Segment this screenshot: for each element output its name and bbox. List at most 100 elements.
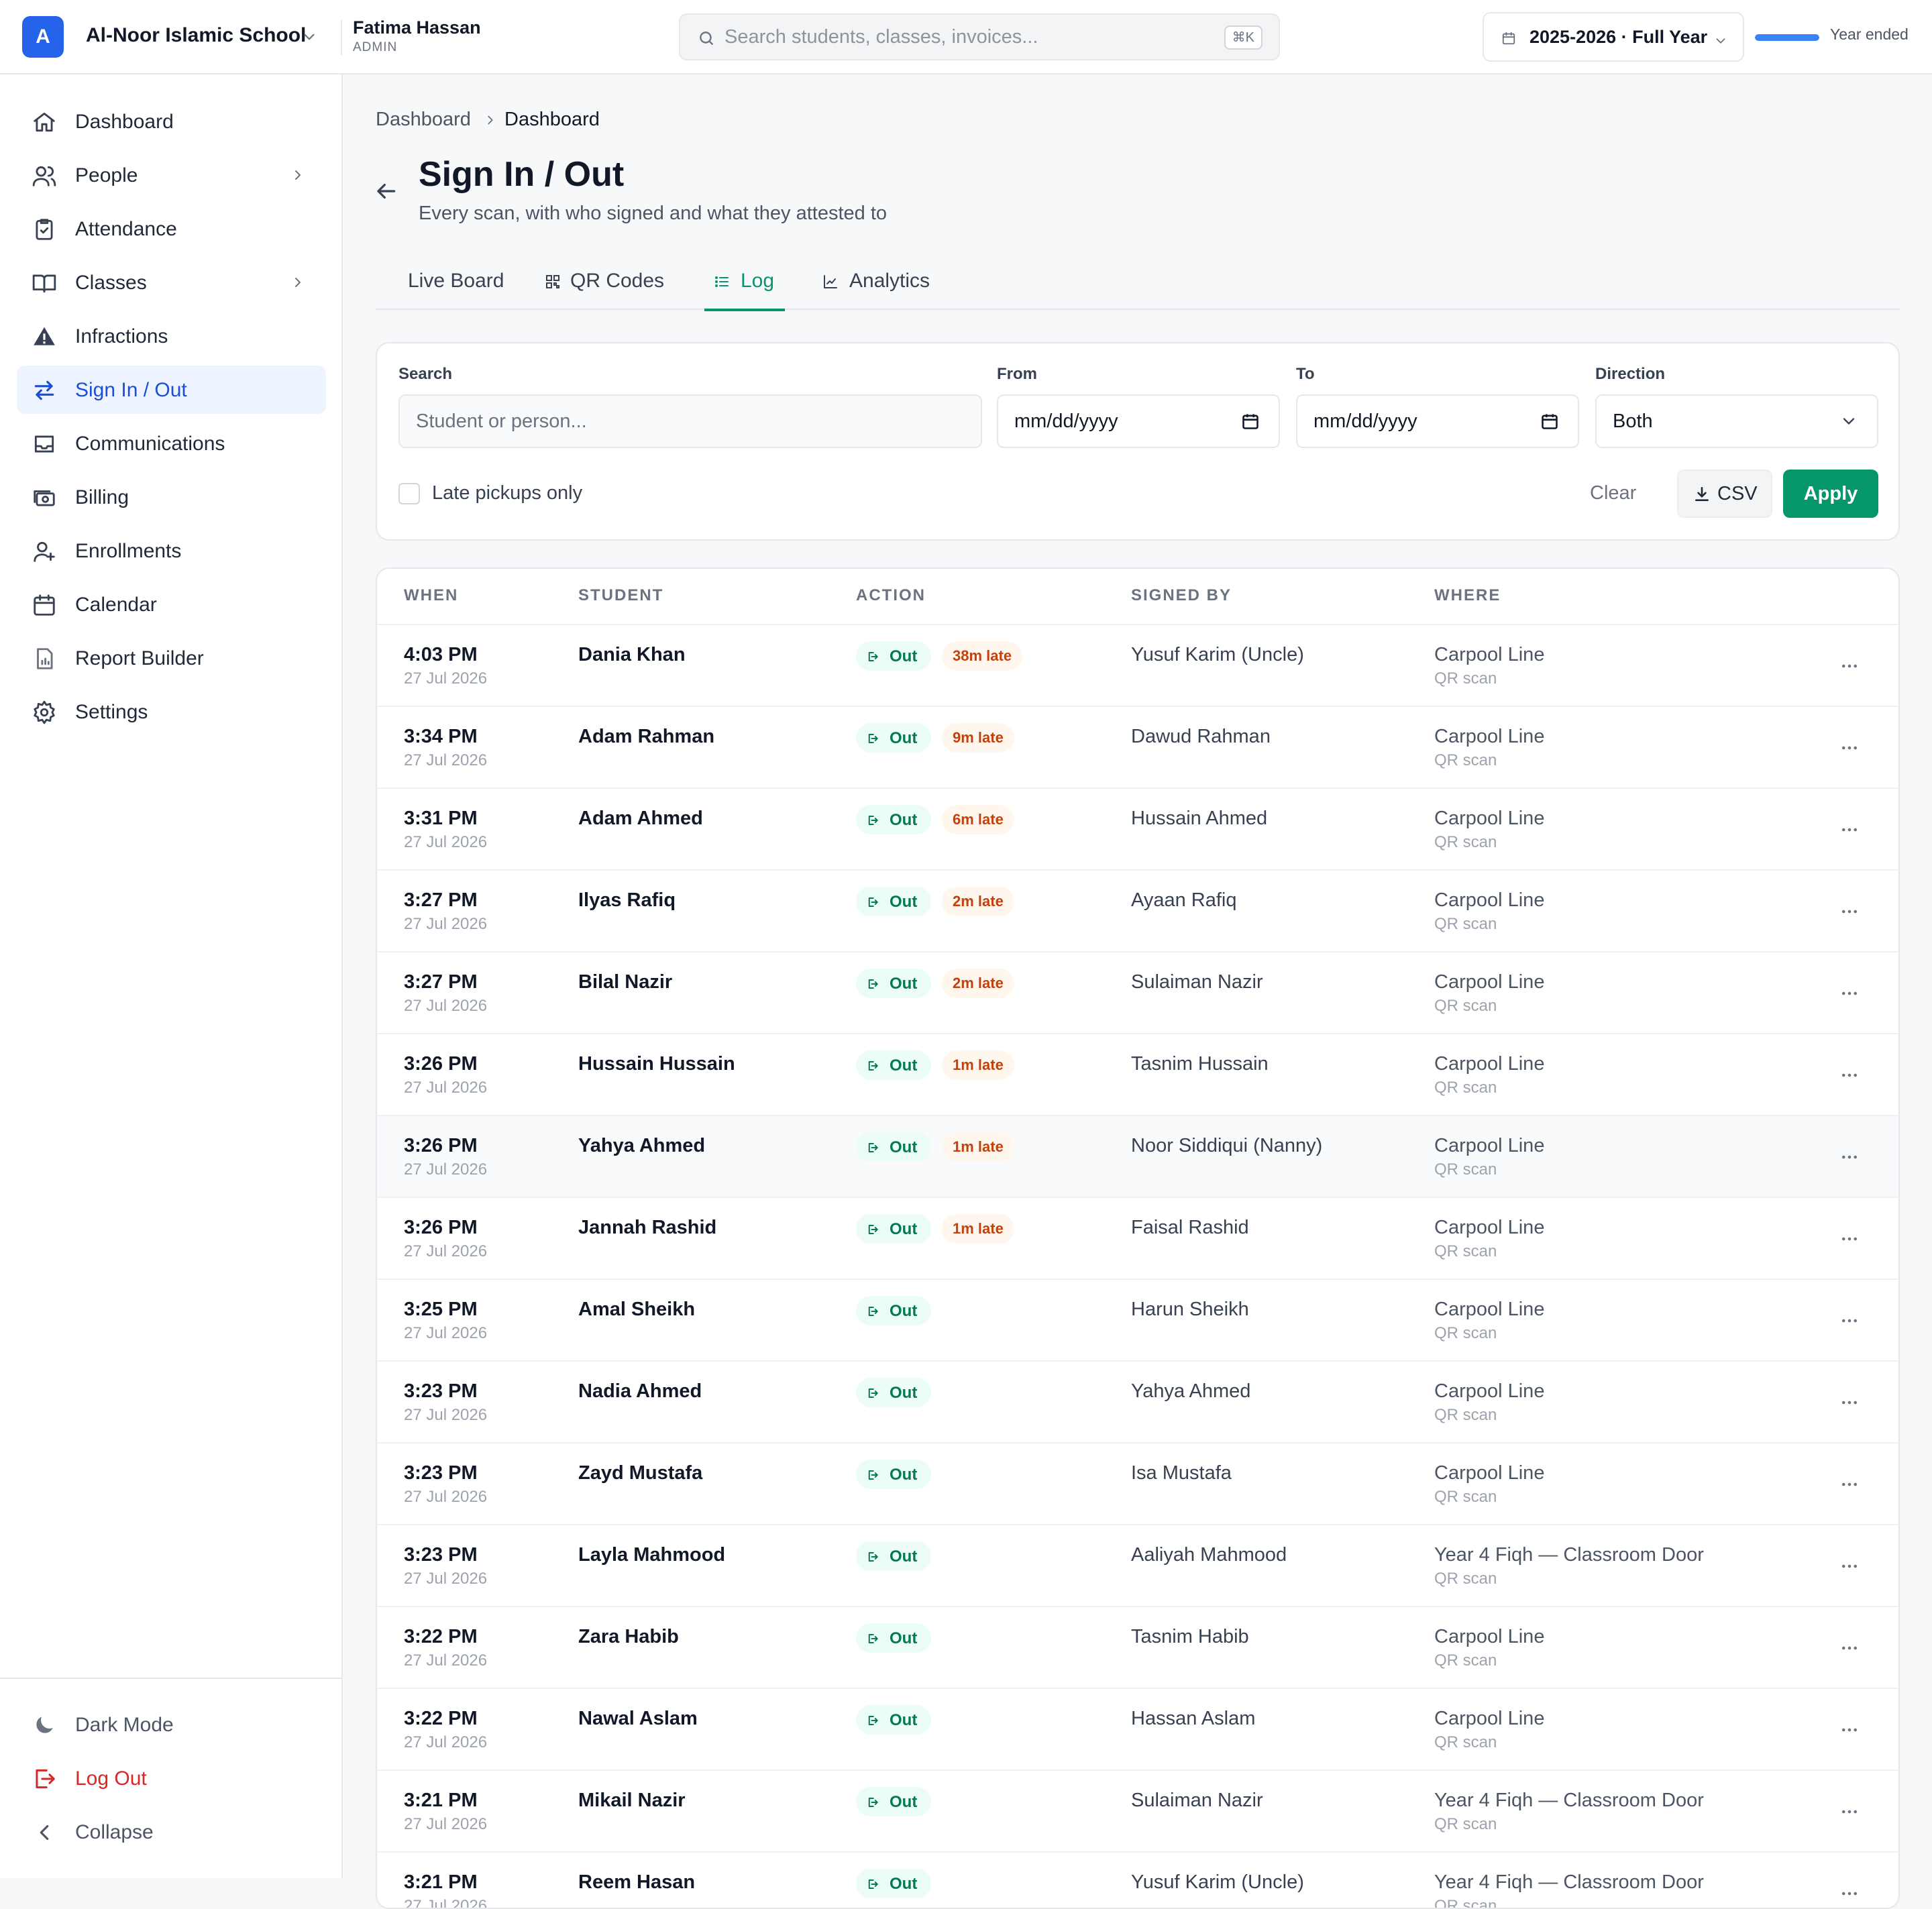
row-date: 27 Jul 2026 bbox=[404, 1733, 488, 1751]
more-options-icon[interactable] bbox=[1839, 1229, 1860, 1249]
more-options-icon[interactable] bbox=[1839, 1147, 1860, 1167]
more-options-icon[interactable] bbox=[1839, 820, 1860, 840]
global-search[interactable]: ⌘K bbox=[679, 13, 1280, 60]
more-options-icon[interactable] bbox=[1839, 902, 1860, 922]
sidebar-item-infractions[interactable]: Infractions bbox=[17, 312, 326, 360]
table-row[interactable]: 3:31 PM 27 Jul 2026 Adam Ahmed Out 6m late Hu… bbox=[377, 789, 1898, 871]
table-row[interactable]: 3:22 PM 27 Jul 2026 Zara Habib Out Tasnim Ha… bbox=[377, 1607, 1898, 1689]
sidebar-item-report-builder[interactable]: Report Builder bbox=[17, 634, 326, 682]
direction-select[interactable]: Both bbox=[1595, 394, 1878, 448]
sidebar-item-classes[interactable]: Classes bbox=[17, 258, 326, 307]
apply-button[interactable]: Apply bbox=[1783, 470, 1878, 518]
sidebar-item-attendance[interactable]: Attendance bbox=[17, 205, 326, 253]
school-year-select[interactable]: 2025-2026 · Full Year bbox=[1483, 12, 1744, 62]
row-student[interactable]: Amal Sheikh bbox=[578, 1299, 695, 1321]
sidebar-item-calendar[interactable]: Calendar bbox=[17, 580, 326, 629]
sidebar-item-billing[interactable]: Billing bbox=[17, 473, 326, 521]
sign-out-icon bbox=[868, 652, 878, 661]
more-options-icon[interactable] bbox=[1839, 738, 1860, 758]
org-avatar[interactable]: A bbox=[22, 16, 64, 58]
from-date-field[interactable]: mm/dd/yyyy bbox=[997, 394, 1280, 448]
row-student[interactable]: Reem Hasan bbox=[578, 1871, 695, 1894]
row-student[interactable]: Mikail Nazir bbox=[578, 1790, 686, 1812]
more-options-icon[interactable] bbox=[1839, 1474, 1860, 1494]
row-student[interactable]: Zayd Mustafa bbox=[578, 1462, 702, 1484]
to-date-field[interactable]: mm/dd/yyyy bbox=[1296, 394, 1579, 448]
row-student[interactable]: Jannah Rashid bbox=[578, 1217, 716, 1239]
row-signed-by: Hassan Aslam bbox=[1131, 1708, 1256, 1729]
row-student[interactable]: Dania Khan bbox=[578, 644, 686, 666]
row-student[interactable]: Layla Mahmood bbox=[578, 1544, 725, 1566]
tab-qr-codes[interactable]: QR Codes bbox=[543, 255, 678, 310]
csv-export-button[interactable]: CSV bbox=[1677, 470, 1772, 518]
action-label: Out bbox=[890, 1220, 918, 1238]
table-row[interactable]: 3:27 PM 27 Jul 2026 Bilal Nazir Out 2m late S… bbox=[377, 952, 1898, 1034]
more-options-icon[interactable] bbox=[1839, 1884, 1860, 1904]
tab-live-board[interactable]: Live Board bbox=[376, 255, 504, 310]
row-student[interactable]: Bilal Nazir bbox=[578, 971, 672, 993]
sidebar-item-settings[interactable]: Settings bbox=[17, 688, 326, 736]
table-row[interactable]: 3:26 PM 27 Jul 2026 Yahya Ahmed Out 1m late N… bbox=[377, 1116, 1898, 1198]
row-student[interactable]: Zara Habib bbox=[578, 1626, 679, 1648]
more-options-icon[interactable] bbox=[1839, 1065, 1860, 1085]
table-row[interactable]: 3:23 PM 27 Jul 2026 Zayd Mustafa Out Isa Mus… bbox=[377, 1443, 1898, 1525]
calendar-icon[interactable] bbox=[1540, 412, 1559, 431]
back-arrow-icon[interactable] bbox=[373, 178, 398, 204]
more-options-icon[interactable] bbox=[1839, 1720, 1860, 1740]
row-date: 27 Jul 2026 bbox=[404, 1488, 488, 1506]
more-options-icon[interactable] bbox=[1839, 983, 1860, 1003]
direction-value: Both bbox=[1613, 411, 1653, 432]
row-student[interactable]: Nawal Aslam bbox=[578, 1708, 698, 1730]
collapse-sidebar-button[interactable]: Collapse bbox=[17, 1808, 326, 1856]
table-row[interactable]: 3:26 PM 27 Jul 2026 Hussain Hussain Out 1m l… bbox=[377, 1034, 1898, 1116]
csv-label: CSV bbox=[1717, 483, 1758, 504]
table-row[interactable]: 3:27 PM 27 Jul 2026 Ilyas Rafiq Out 2m late A… bbox=[377, 871, 1898, 952]
more-options-icon[interactable] bbox=[1839, 1638, 1860, 1658]
org-name[interactable]: Al-Noor Islamic School bbox=[86, 24, 306, 47]
table-row[interactable]: 3:21 PM 27 Jul 2026 Reem Hasan Out Yusuf Kar… bbox=[377, 1853, 1898, 1908]
table-row[interactable]: 3:34 PM 27 Jul 2026 Adam Rahman Out 9m late D… bbox=[377, 707, 1898, 789]
search-icon bbox=[700, 32, 713, 45]
breadcrumb-parent[interactable]: Dashboard bbox=[376, 109, 471, 131]
table-row[interactable]: 3:25 PM 27 Jul 2026 Amal Sheikh Out Harun Sh… bbox=[377, 1280, 1898, 1362]
row-signed-by: Faisal Rashid bbox=[1131, 1217, 1249, 1238]
row-student[interactable]: Ilyas Rafiq bbox=[578, 889, 676, 912]
log-out-button[interactable]: Log Out bbox=[17, 1754, 326, 1802]
student-search-field[interactable] bbox=[398, 394, 982, 448]
sidebar-divider bbox=[0, 1678, 341, 1679]
table-row[interactable]: 3:22 PM 27 Jul 2026 Nawal Aslam Out Hassan A… bbox=[377, 1689, 1898, 1771]
sidebar-item-dashboard[interactable]: Dashboard bbox=[17, 97, 326, 146]
calendar-icon[interactable] bbox=[1241, 412, 1260, 431]
late-pickups-label[interactable]: Late pickups only bbox=[432, 482, 582, 504]
row-method: QR scan bbox=[1434, 1079, 1497, 1097]
more-options-icon[interactable] bbox=[1839, 1311, 1860, 1331]
table-row[interactable]: 3:26 PM 27 Jul 2026 Jannah Rashid Out 1m lat… bbox=[377, 1198, 1898, 1280]
more-options-icon[interactable] bbox=[1839, 1393, 1860, 1413]
more-options-icon[interactable] bbox=[1839, 1802, 1860, 1822]
sidebar-item-enrollments[interactable]: Enrollments bbox=[17, 527, 326, 575]
row-student[interactable]: Yahya Ahmed bbox=[578, 1135, 705, 1157]
table-row[interactable]: 3:23 PM 27 Jul 2026 Layla Mahmood Out Aaliya… bbox=[377, 1525, 1898, 1607]
sidebar-item-people[interactable]: People bbox=[17, 151, 326, 199]
row-student[interactable]: Adam Rahman bbox=[578, 726, 714, 748]
student-search-input[interactable] bbox=[416, 396, 966, 447]
table-row[interactable]: 3:21 PM 27 Jul 2026 Mikail Nazir Out Sulaima… bbox=[377, 1771, 1898, 1853]
chevron-down-icon[interactable] bbox=[301, 28, 318, 46]
table-row[interactable]: 4:03 PM 27 Jul 2026 Dania Khan Out 38m late Y… bbox=[377, 625, 1898, 707]
clear-button[interactable]: Clear bbox=[1590, 482, 1636, 504]
row-method: QR scan bbox=[1434, 1406, 1497, 1424]
more-options-icon[interactable] bbox=[1839, 656, 1860, 676]
dark-mode-toggle[interactable]: Dark Mode bbox=[17, 1700, 326, 1749]
tab-analytics[interactable]: Analytics bbox=[820, 255, 947, 310]
row-student[interactable]: Adam Ahmed bbox=[578, 808, 703, 830]
row-student[interactable]: Hussain Hussain bbox=[578, 1053, 735, 1075]
sidebar-item-communications[interactable]: Communications bbox=[17, 419, 326, 468]
late-pickups-checkbox[interactable] bbox=[398, 483, 420, 504]
table-row[interactable]: 3:23 PM 27 Jul 2026 Nadia Ahmed Out Yahya Ah… bbox=[377, 1362, 1898, 1443]
row-student[interactable]: Nadia Ahmed bbox=[578, 1380, 702, 1403]
row-date: 27 Jul 2026 bbox=[404, 915, 488, 933]
tab-log[interactable]: Log bbox=[704, 255, 785, 311]
more-options-icon[interactable] bbox=[1839, 1556, 1860, 1576]
sidebar-item-sign-in-out[interactable]: Sign In / Out bbox=[17, 366, 326, 414]
global-search-input[interactable] bbox=[724, 15, 1221, 59]
